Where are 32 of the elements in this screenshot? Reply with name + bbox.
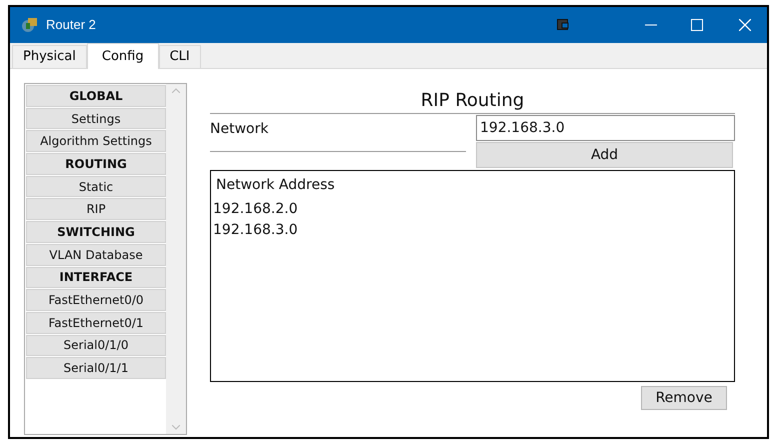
maximize-icon[interactable] [691,19,703,31]
sidebar-item[interactable]: FastEthernet0/0 [26,289,166,311]
sidebar-item[interactable]: FastEthernet0/1 [26,312,166,334]
sidebar-header[interactable]: SWITCHING [26,221,166,243]
sidebar-item[interactable]: Serial0/1/1 [26,357,166,379]
tab[interactable]: Physical [12,45,87,68]
tab[interactable]: Config [86,43,159,69]
scroll-up-icon[interactable] [172,88,180,93]
list-header: Network Address [215,176,336,194]
list-row[interactable]: 192.168.2.0 [213,199,732,220]
add-button[interactable]: Add [476,142,733,168]
window-icon[interactable] [557,19,569,31]
sidebar-item[interactable]: Algorithm Settings [26,130,166,152]
sidebar-item[interactable]: VLAN Database [26,244,166,266]
sidebar-header[interactable]: GLOBAL [26,85,166,107]
router-icon [20,15,40,35]
sidebar-item[interactable]: Serial0/1/0 [26,334,166,356]
sidebar-item[interactable]: Static [26,176,166,198]
window-title: Router 2 [46,16,96,34]
scrollbar[interactable] [166,84,186,434]
sidebar-header[interactable]: INTERFACE [26,266,166,288]
sidebar-item[interactable]: RIP [26,198,166,220]
close-icon[interactable] [739,19,751,31]
panel-title: RIP Routing [420,90,524,112]
scroll-down-icon[interactable] [172,425,180,430]
sidebar-header[interactable]: ROUTING [26,153,166,175]
remove-button[interactable]: Remove [641,386,727,410]
network-field[interactable]: 192.168.3.0 [476,115,735,141]
list-row[interactable]: 192.168.3.0 [213,220,732,241]
tab[interactable]: CLI [158,45,201,68]
sidebar-item[interactable]: Settings [26,108,166,130]
network-label: Network [210,120,270,139]
